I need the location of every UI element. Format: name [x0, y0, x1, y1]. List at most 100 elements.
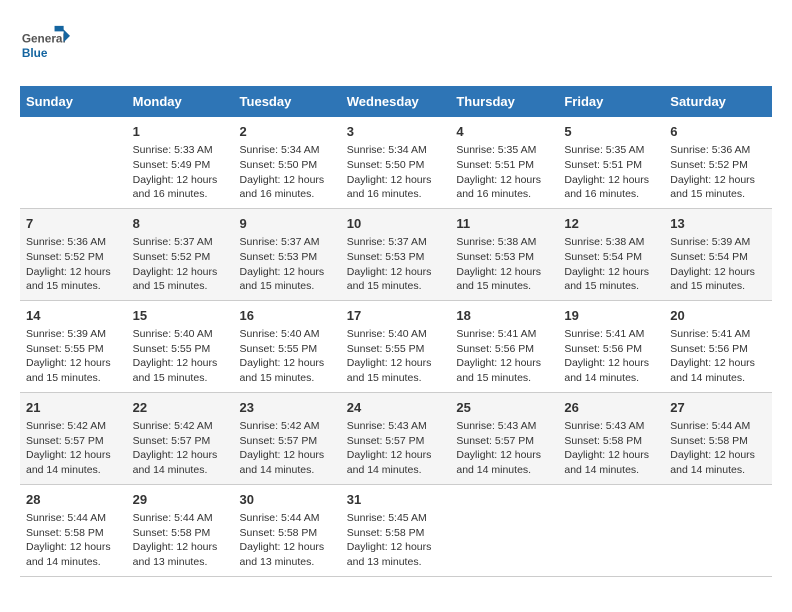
day-info: Sunrise: 5:35 AMSunset: 5:51 PMDaylight:… [456, 143, 552, 202]
day-info: Sunrise: 5:36 AMSunset: 5:52 PMDaylight:… [26, 235, 121, 294]
calendar-cell: 5 Sunrise: 5:35 AMSunset: 5:51 PMDaylight… [558, 117, 664, 208]
day-number: 31 [347, 491, 445, 509]
day-info: Sunrise: 5:43 AMSunset: 5:57 PMDaylight:… [456, 419, 552, 478]
day-number: 12 [564, 215, 658, 233]
day-info: Sunrise: 5:37 AMSunset: 5:53 PMDaylight:… [240, 235, 335, 294]
day-number: 8 [133, 215, 228, 233]
day-info: Sunrise: 5:44 AMSunset: 5:58 PMDaylight:… [26, 511, 121, 570]
calendar-cell: 16Sunrise: 5:40 AMSunset: 5:55 PMDayligh… [234, 300, 341, 392]
day-info: Sunrise: 5:33 AMSunset: 5:49 PMDaylight:… [133, 143, 228, 202]
day-number: 19 [564, 307, 658, 325]
calendar-cell: 9Sunrise: 5:37 AMSunset: 5:53 PMDaylight… [234, 208, 341, 300]
day-info: Sunrise: 5:39 AMSunset: 5:55 PMDaylight:… [26, 327, 121, 386]
day-number: 22 [133, 399, 228, 417]
calendar-cell: 27 Sunrise: 5:44 AMSunset: 5:58 PMDayligh… [664, 392, 772, 484]
calendar-cell: 21 Sunrise: 5:42 AMSunset: 5:57 PMDayligh… [20, 392, 127, 484]
day-number: 3 [347, 123, 445, 141]
day-info: Sunrise: 5:44 AMSunset: 5:58 PMDaylight:… [133, 511, 228, 570]
day-info: Sunrise: 5:37 AMSunset: 5:52 PMDaylight:… [133, 235, 228, 294]
day-number: 4 [456, 123, 552, 141]
header-friday: Friday [558, 86, 664, 117]
calendar-cell: 11 Sunrise: 5:38 AMSunset: 5:53 PMDayligh… [450, 208, 558, 300]
logo-icon: General Blue [20, 20, 70, 70]
calendar-cell: 17 Sunrise: 5:40 AMSunset: 5:55 PMDayligh… [341, 300, 451, 392]
day-info: Sunrise: 5:43 AMSunset: 5:58 PMDaylight:… [564, 419, 658, 478]
day-info: Sunrise: 5:34 AMSunset: 5:50 PMDaylight:… [240, 143, 335, 202]
calendar-cell: 2 Sunrise: 5:34 AMSunset: 5:50 PMDaylight… [234, 117, 341, 208]
day-info: Sunrise: 5:42 AMSunset: 5:57 PMDaylight:… [133, 419, 228, 478]
calendar-cell: 3 Sunrise: 5:34 AMSunset: 5:50 PMDaylight… [341, 117, 451, 208]
day-number: 17 [347, 307, 445, 325]
day-number: 16 [240, 307, 335, 325]
calendar-cell: 10Sunrise: 5:37 AMSunset: 5:53 PMDayligh… [341, 208, 451, 300]
calendar-cell: 20 Sunrise: 5:41 AMSunset: 5:56 PMDayligh… [664, 300, 772, 392]
header-saturday: Saturday [664, 86, 772, 117]
day-info: Sunrise: 5:34 AMSunset: 5:50 PMDaylight:… [347, 143, 445, 202]
calendar-cell: 4 Sunrise: 5:35 AMSunset: 5:51 PMDaylight… [450, 117, 558, 208]
day-info: Sunrise: 5:44 AMSunset: 5:58 PMDaylight:… [240, 511, 335, 570]
day-number: 26 [564, 399, 658, 417]
header-wednesday: Wednesday [341, 86, 451, 117]
calendar-cell: 23Sunrise: 5:42 AMSunset: 5:57 PMDayligh… [234, 392, 341, 484]
calendar-cell: 1 Sunrise: 5:33 AMSunset: 5:49 PMDaylight… [127, 117, 234, 208]
day-info: Sunrise: 5:41 AMSunset: 5:56 PMDaylight:… [564, 327, 658, 386]
day-number: 18 [456, 307, 552, 325]
day-info: Sunrise: 5:45 AMSunset: 5:58 PMDaylight:… [347, 511, 445, 570]
svg-text:Blue: Blue [22, 46, 48, 60]
calendar-cell [450, 484, 558, 576]
day-info: Sunrise: 5:35 AMSunset: 5:51 PMDaylight:… [564, 143, 658, 202]
calendar-cell: 29 Sunrise: 5:44 AMSunset: 5:58 PMDayligh… [127, 484, 234, 576]
day-info: Sunrise: 5:36 AMSunset: 5:52 PMDaylight:… [670, 143, 766, 202]
calendar-cell: 15Sunrise: 5:40 AMSunset: 5:55 PMDayligh… [127, 300, 234, 392]
day-number: 5 [564, 123, 658, 141]
day-number: 29 [133, 491, 228, 509]
calendar-cell: 18 Sunrise: 5:41 AMSunset: 5:56 PMDayligh… [450, 300, 558, 392]
day-info: Sunrise: 5:38 AMSunset: 5:54 PMDaylight:… [564, 235, 658, 294]
calendar-cell: 14 Sunrise: 5:39 AMSunset: 5:55 PMDayligh… [20, 300, 127, 392]
calendar-cell: 22 Sunrise: 5:42 AMSunset: 5:57 PMDayligh… [127, 392, 234, 484]
day-number: 24 [347, 399, 445, 417]
day-info: Sunrise: 5:41 AMSunset: 5:56 PMDaylight:… [670, 327, 766, 386]
day-info: Sunrise: 5:39 AMSunset: 5:54 PMDaylight:… [670, 235, 766, 294]
calendar-cell: 24Sunrise: 5:43 AMSunset: 5:57 PMDayligh… [341, 392, 451, 484]
day-number: 2 [240, 123, 335, 141]
calendar-week-row: 7Sunrise: 5:36 AMSunset: 5:52 PMDaylight… [20, 208, 772, 300]
calendar-cell: 7Sunrise: 5:36 AMSunset: 5:52 PMDaylight… [20, 208, 127, 300]
calendar-cell [558, 484, 664, 576]
calendar-cell: 19 Sunrise: 5:41 AMSunset: 5:56 PMDayligh… [558, 300, 664, 392]
day-number: 13 [670, 215, 766, 233]
calendar-cell: 31 Sunrise: 5:45 AMSunset: 5:58 PMDayligh… [341, 484, 451, 576]
header-sunday: Sunday [20, 86, 127, 117]
header-tuesday: Tuesday [234, 86, 341, 117]
header-monday: Monday [127, 86, 234, 117]
calendar-cell: 25 Sunrise: 5:43 AMSunset: 5:57 PMDayligh… [450, 392, 558, 484]
calendar-table: SundayMondayTuesdayWednesdayThursdayFrid… [20, 86, 772, 577]
day-number: 25 [456, 399, 552, 417]
page-header: General Blue [20, 20, 772, 70]
day-info: Sunrise: 5:42 AMSunset: 5:57 PMDaylight:… [26, 419, 121, 478]
calendar-cell [664, 484, 772, 576]
day-number: 10 [347, 215, 445, 233]
day-info: Sunrise: 5:40 AMSunset: 5:55 PMDaylight:… [347, 327, 445, 386]
day-number: 11 [456, 215, 552, 233]
day-number: 21 [26, 399, 121, 417]
day-number: 27 [670, 399, 766, 417]
calendar-cell: 6Sunrise: 5:36 AMSunset: 5:52 PMDaylight… [664, 117, 772, 208]
day-number: 30 [240, 491, 335, 509]
calendar-cell: 13 Sunrise: 5:39 AMSunset: 5:54 PMDayligh… [664, 208, 772, 300]
day-number: 1 [133, 123, 228, 141]
calendar-cell [20, 117, 127, 208]
calendar-cell: 8 Sunrise: 5:37 AMSunset: 5:52 PMDaylight… [127, 208, 234, 300]
day-info: Sunrise: 5:44 AMSunset: 5:58 PMDaylight:… [670, 419, 766, 478]
day-number: 28 [26, 491, 121, 509]
day-info: Sunrise: 5:38 AMSunset: 5:53 PMDaylight:… [456, 235, 552, 294]
svg-text:General: General [22, 31, 66, 45]
day-number: 20 [670, 307, 766, 325]
calendar-cell: 30 Sunrise: 5:44 AMSunset: 5:58 PMDayligh… [234, 484, 341, 576]
calendar-cell: 12 Sunrise: 5:38 AMSunset: 5:54 PMDayligh… [558, 208, 664, 300]
day-info: Sunrise: 5:41 AMSunset: 5:56 PMDaylight:… [456, 327, 552, 386]
day-number: 14 [26, 307, 121, 325]
day-info: Sunrise: 5:42 AMSunset: 5:57 PMDaylight:… [240, 419, 335, 478]
calendar-cell: 26 Sunrise: 5:43 AMSunset: 5:58 PMDayligh… [558, 392, 664, 484]
calendar-header-row: SundayMondayTuesdayWednesdayThursdayFrid… [20, 86, 772, 117]
